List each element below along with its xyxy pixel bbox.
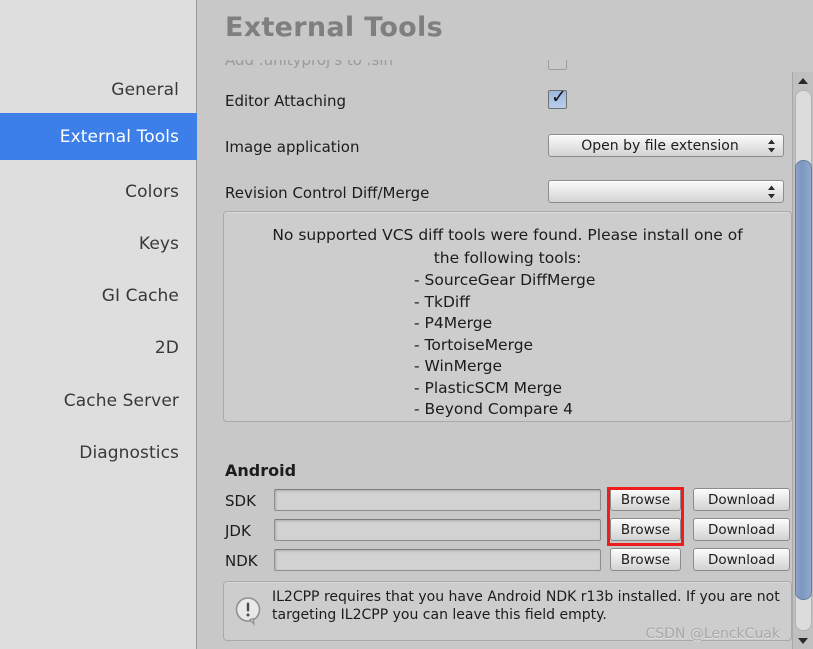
ndk-browse-button[interactable]: Browse	[610, 548, 681, 571]
vcs-tool-item: - PlasticSCM Merge	[414, 378, 562, 397]
sidebar-item-label: GI Cache	[101, 285, 179, 306]
sidebar-item-2d[interactable]: 2D	[0, 324, 197, 371]
sidebar-item-keys[interactable]: Keys	[0, 220, 197, 267]
jdk-path-input[interactable]	[274, 519, 601, 541]
warning-bubble-icon	[235, 597, 261, 626]
ndk-download-button[interactable]: Download	[693, 548, 790, 571]
setting-label: Add .unityproj's to .sln	[225, 60, 394, 69]
sidebar-item-cache-server[interactable]: Cache Server	[0, 377, 197, 424]
jdk-label: JDK	[225, 522, 251, 540]
vcs-tool-item: - TortoiseMerge	[414, 335, 534, 354]
sidebar-item-gi-cache[interactable]: GI Cache	[0, 272, 197, 319]
vcs-tool-item: - Beyond Compare 4	[414, 400, 574, 418]
ndk-label: NDK	[225, 552, 258, 570]
add-unityproj-checkbox[interactable]	[548, 60, 567, 70]
page-title: External Tools	[225, 12, 443, 43]
editor-attaching-label: Editor Attaching	[225, 92, 347, 110]
sdk-path-input[interactable]	[274, 489, 601, 511]
sidebar: General External Tools Colors Keys GI Ca…	[0, 0, 197, 649]
ndk-path-input[interactable]	[274, 549, 601, 571]
jdk-download-button[interactable]: Download	[693, 518, 790, 541]
triangle-up-icon	[798, 77, 808, 84]
vertical-scrollbar[interactable]	[792, 72, 813, 649]
chevron-updown-icon	[768, 185, 775, 198]
il2cpp-help-text: IL2CPP requires that you have Android ND…	[272, 589, 780, 623]
image-application-dropdown[interactable]: Open by file extension	[548, 134, 784, 157]
vcs-help-message: No supported VCS diff tools were found. …	[272, 226, 743, 267]
vcs-tool-item: - TkDiff	[414, 292, 470, 311]
jdk-browse-button[interactable]: Browse	[610, 518, 681, 541]
content-pane: External Tools Add .unityproj's to .sln …	[198, 0, 813, 649]
editor-attaching-checkbox[interactable]: ✓	[548, 86, 567, 109]
sidebar-item-label: Colors	[125, 181, 179, 202]
sdk-label: SDK	[225, 492, 256, 510]
revision-control-label: Revision Control Diff/Merge	[225, 184, 430, 202]
sidebar-item-colors[interactable]: Colors	[0, 168, 197, 215]
vcs-tool-item: - WinMerge	[414, 357, 503, 375]
vcs-tool-item: - P4Merge	[414, 314, 493, 332]
sidebar-item-label: Keys	[138, 233, 179, 254]
sidebar-item-label: General	[111, 79, 179, 100]
sidebar-item-external-tools[interactable]: External Tools	[0, 113, 197, 160]
revision-control-dropdown[interactable]	[548, 180, 784, 203]
chevron-updown-icon	[768, 139, 775, 152]
android-section-heading: Android	[225, 461, 297, 480]
image-application-value: Open by file extension	[581, 137, 739, 154]
triangle-down-icon	[798, 637, 808, 644]
sidebar-item-label: Cache Server	[63, 390, 179, 411]
scroll-down-button[interactable]	[793, 632, 813, 649]
sidebar-item-diagnostics[interactable]: Diagnostics	[0, 429, 197, 476]
sidebar-item-label: Diagnostics	[79, 442, 179, 463]
sidebar-item-general[interactable]: General	[0, 66, 197, 113]
sdk-download-button[interactable]: Download	[693, 488, 790, 511]
vcs-help-box: No supported VCS diff tools were found. …	[223, 211, 792, 422]
vcs-tool-item: - SourceGear DiffMerge	[414, 271, 596, 289]
sdk-browse-button[interactable]: Browse	[610, 488, 681, 511]
sidebar-item-label: External Tools	[59, 126, 179, 147]
vcs-tool-list: - SourceGear DiffMerge - TkDiff - P4Merg…	[414, 270, 595, 421]
image-application-label: Image application	[225, 138, 360, 156]
setting-row-add-unityproj-to-sln[interactable]: Add .unityproj's to .sln	[225, 60, 785, 74]
scrollbar-thumb[interactable]	[795, 160, 812, 600]
checkmark-icon: ✓	[551, 86, 567, 108]
preferences-window: General External Tools Colors Keys GI Ca…	[0, 0, 813, 649]
sidebar-item-label: 2D	[154, 337, 179, 358]
watermark: CSDN @LenckCuak	[645, 626, 780, 642]
scroll-up-button[interactable]	[793, 72, 813, 89]
